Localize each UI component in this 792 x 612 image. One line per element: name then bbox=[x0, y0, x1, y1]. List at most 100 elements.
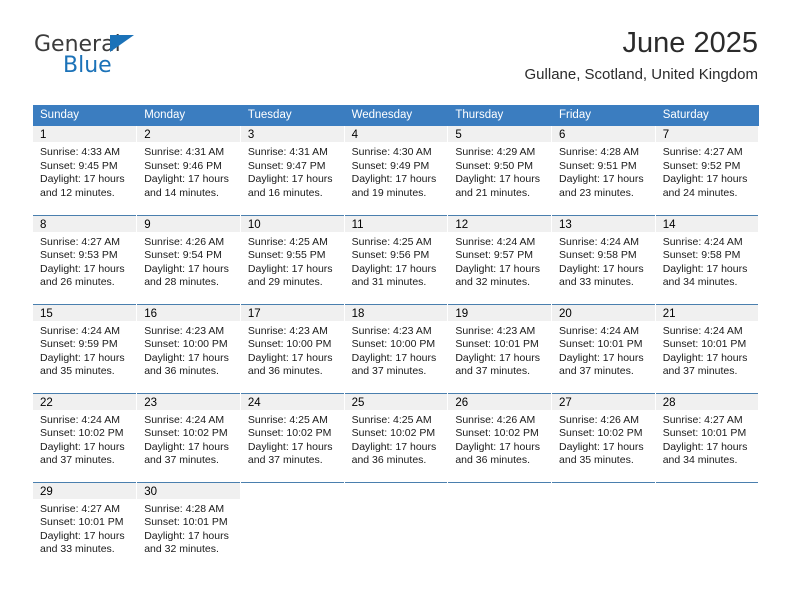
page-title: June 2025 bbox=[622, 27, 758, 59]
daylight-text-line2: and 19 minutes. bbox=[351, 186, 427, 199]
logo-text-blue: Blue bbox=[63, 53, 112, 78]
day-details: Sunrise: 4:28 AM Sunset: 10:01 PM Daylight… bbox=[137, 499, 240, 557]
sunset-text: Sunset: 10:02 PM bbox=[144, 427, 228, 440]
calendar-page: General Blue June 2025 Gullane, Scotland… bbox=[0, 0, 792, 612]
day-cell-empty bbox=[551, 481, 656, 571]
daylight-text-line2: and 12 minutes. bbox=[40, 186, 115, 199]
day-cell[interactable]: 21 Sunrise: 4:24 AM Sunset: 10:01 PM Daylig… bbox=[655, 303, 760, 393]
day-cell[interactable]: 16 Sunrise: 4:23 AM Sunset: 10:00 PM Daylig… bbox=[136, 303, 241, 393]
day-details: Sunrise: 4:24 AM Sunset: 10:02 PM Daylight… bbox=[137, 410, 240, 468]
day-number: 24 bbox=[240, 393, 344, 410]
day-cell[interactable]: 5 Sunrise: 4:29 AM Sunset: 9:50 PM Daylight… bbox=[447, 126, 553, 215]
daylight-text-line2: and 33 minutes. bbox=[559, 276, 634, 289]
day-details: Sunrise: 4:24 AM Sunset: 9:58 PM Daylight:… bbox=[656, 232, 759, 290]
day-cell[interactable]: 12 Sunrise: 4:24 AM Sunset: 9:57 PM Dayligh… bbox=[447, 214, 553, 304]
sunrise-text: Sunrise: 4:30 AM bbox=[351, 146, 432, 158]
day-number: 17 bbox=[240, 304, 344, 321]
day-cell[interactable]: 4 Sunrise: 4:30 AM Sunset: 9:49 PM Daylight… bbox=[344, 126, 449, 215]
day-details: Sunrise: 4:25 AM Sunset: 10:02 PM Daylight… bbox=[241, 410, 344, 468]
sunset-text: Sunset: 9:58 PM bbox=[559, 249, 637, 262]
sunrise-text: Sunrise: 4:23 AM bbox=[144, 324, 225, 337]
day-details: Sunrise: 4:25 AM Sunset: 9:55 PM Daylight:… bbox=[241, 232, 344, 290]
day-cell[interactable]: 20 Sunrise: 4:24 AM Sunset: 10:01 PM Daylig… bbox=[551, 303, 656, 393]
daylight-text-line2: and 16 minutes. bbox=[247, 186, 323, 199]
day-cell[interactable]: 28 Sunrise: 4:27 AM Sunset: 10:01 PM Daylig… bbox=[655, 392, 760, 482]
day-cell[interactable]: 9 Sunrise: 4:26 AM Sunset: 9:54 PM Daylight… bbox=[136, 214, 241, 304]
day-cell[interactable]: 30 Sunrise: 4:28 AM Sunset: 10:01 PM Daylig… bbox=[136, 481, 241, 571]
day-cell[interactable]: 13 Sunrise: 4:24 AM Sunset: 9:58 PM Dayligh… bbox=[551, 214, 656, 304]
day-cell[interactable]: 7 Sunrise: 4:27 AM Sunset: 9:52 PM Daylight… bbox=[655, 126, 760, 215]
sunrise-text: Sunrise: 4:27 AM bbox=[662, 413, 743, 426]
day-number: 30 bbox=[137, 482, 240, 499]
day-details: Sunrise: 4:24 AM Sunset: 9:57 PM Daylight:… bbox=[448, 232, 551, 290]
sunrise-text: Sunrise: 4:25 AM bbox=[351, 235, 432, 248]
day-number bbox=[344, 482, 448, 499]
day-cell[interactable]: 1 Sunrise: 4:33 AM Sunset: 9:45 PM Daylight… bbox=[33, 126, 138, 215]
daylight-text-line1: Daylight: 17 hours bbox=[144, 173, 229, 186]
day-cell-empty bbox=[240, 481, 345, 571]
day-details: Sunrise: 4:26 AM Sunset: 10:02 PM Daylight… bbox=[448, 410, 551, 468]
sunrise-text: Sunrise: 4:26 AM bbox=[455, 413, 536, 426]
day-cell[interactable]: 3 Sunrise: 4:31 AM Sunset: 9:47 PM Daylight… bbox=[240, 126, 345, 215]
general-blue-logo[interactable]: General Blue bbox=[34, 32, 264, 84]
day-number: 9 bbox=[137, 215, 240, 232]
calendar-week-row: 1 Sunrise: 4:33 AM Sunset: 9:45 PM Daylight… bbox=[33, 126, 760, 215]
sunrise-text: Sunrise: 4:24 AM bbox=[455, 235, 536, 248]
sunrise-text: Sunrise: 4:29 AM bbox=[455, 146, 536, 158]
sunrise-text: Sunrise: 4:24 AM bbox=[40, 324, 120, 337]
daylight-text-line1: Daylight: 17 hours bbox=[351, 351, 437, 364]
day-cell[interactable]: 26 Sunrise: 4:26 AM Sunset: 10:02 PM Daylig… bbox=[447, 392, 553, 482]
sunset-text: Sunset: 9:55 PM bbox=[247, 249, 326, 262]
day-details: Sunrise: 4:23 AM Sunset: 10:00 PM Daylight… bbox=[137, 321, 240, 379]
sunset-text: Sunset: 9:45 PM bbox=[40, 159, 118, 172]
daylight-text-line1: Daylight: 17 hours bbox=[559, 440, 644, 453]
page-subtitle: Gullane, Scotland, United Kingdom bbox=[524, 66, 758, 83]
day-cell[interactable]: 10 Sunrise: 4:25 AM Sunset: 9:55 PM Dayligh… bbox=[240, 214, 345, 304]
day-cell[interactable]: 29 Sunrise: 4:27 AM Sunset: 10:01 PM Daylig… bbox=[33, 481, 138, 571]
sunset-text: Sunset: 10:01 PM bbox=[662, 338, 747, 351]
page-header: General Blue June 2025 Gullane, Scotland… bbox=[0, 0, 792, 100]
day-details: Sunrise: 4:31 AM Sunset: 9:46 PM Daylight:… bbox=[137, 142, 240, 200]
day-cell[interactable]: 27 Sunrise: 4:26 AM Sunset: 10:02 PM Daylig… bbox=[551, 392, 656, 482]
weekday-header-friday: Friday bbox=[551, 105, 656, 126]
day-details: Sunrise: 4:24 AM Sunset: 9:58 PM Daylight:… bbox=[552, 232, 655, 290]
sunrise-text: Sunrise: 4:27 AM bbox=[662, 146, 743, 158]
sunset-text: Sunset: 9:47 PM bbox=[247, 159, 326, 172]
day-details: Sunrise: 4:26 AM Sunset: 9:54 PM Daylight:… bbox=[137, 232, 240, 290]
daylight-text-line2: and 24 minutes. bbox=[662, 186, 738, 199]
day-cell-empty bbox=[655, 481, 760, 571]
daylight-text-line2: and 26 minutes. bbox=[40, 276, 115, 289]
daylight-text-line1: Daylight: 17 hours bbox=[247, 440, 333, 453]
daylight-text-line2: and 31 minutes. bbox=[351, 276, 427, 289]
day-cell[interactable]: 24 Sunrise: 4:25 AM Sunset: 10:02 PM Daylig… bbox=[240, 392, 345, 482]
sunset-text: Sunset: 10:01 PM bbox=[144, 516, 228, 529]
daylight-text-line2: and 21 minutes. bbox=[455, 186, 531, 199]
day-cell[interactable]: 22 Sunrise: 4:24 AM Sunset: 10:02 PM Daylig… bbox=[33, 392, 138, 482]
daylight-text-line2: and 37 minutes. bbox=[662, 365, 738, 378]
day-cell[interactable]: 17 Sunrise: 4:23 AM Sunset: 10:00 PM Daylig… bbox=[240, 303, 345, 393]
day-number: 15 bbox=[33, 304, 137, 321]
day-cell[interactable]: 2 Sunrise: 4:31 AM Sunset: 9:46 PM Daylight… bbox=[136, 126, 241, 215]
day-cell[interactable]: 8 Sunrise: 4:27 AM Sunset: 9:53 PM Daylight… bbox=[33, 214, 138, 304]
day-cell[interactable]: 25 Sunrise: 4:25 AM Sunset: 10:02 PM Daylig… bbox=[344, 392, 449, 482]
sunrise-text: Sunrise: 4:25 AM bbox=[351, 413, 432, 426]
daylight-text-line1: Daylight: 17 hours bbox=[144, 440, 229, 453]
day-number: 11 bbox=[344, 215, 448, 232]
day-cell[interactable]: 18 Sunrise: 4:23 AM Sunset: 10:00 PM Daylig… bbox=[344, 303, 449, 393]
day-cell-empty bbox=[447, 481, 553, 571]
sunrise-text: Sunrise: 4:31 AM bbox=[247, 146, 328, 158]
calendar-week-row: 29 Sunrise: 4:27 AM Sunset: 10:01 PM Daylig… bbox=[33, 481, 760, 571]
sunset-text: Sunset: 10:00 PM bbox=[351, 338, 436, 351]
day-cell[interactable]: 14 Sunrise: 4:24 AM Sunset: 9:58 PM Dayligh… bbox=[655, 214, 760, 304]
day-details: Sunrise: 4:27 AM Sunset: 10:01 PM Daylight… bbox=[33, 499, 136, 557]
day-cell[interactable]: 15 Sunrise: 4:24 AM Sunset: 9:59 PM Dayligh… bbox=[33, 303, 138, 393]
day-cell[interactable]: 23 Sunrise: 4:24 AM Sunset: 10:02 PM Daylig… bbox=[136, 392, 241, 482]
sunset-text: Sunset: 9:52 PM bbox=[662, 159, 741, 172]
day-cell[interactable]: 19 Sunrise: 4:23 AM Sunset: 10:01 PM Daylig… bbox=[447, 303, 553, 393]
sunrise-text: Sunrise: 4:33 AM bbox=[40, 146, 120, 158]
day-cell[interactable]: 11 Sunrise: 4:25 AM Sunset: 9:56 PM Dayligh… bbox=[344, 214, 449, 304]
daylight-text-line2: and 35 minutes. bbox=[559, 454, 634, 467]
day-cell[interactable]: 6 Sunrise: 4:28 AM Sunset: 9:51 PM Daylight… bbox=[551, 126, 656, 215]
day-number: 8 bbox=[33, 215, 137, 232]
day-details: Sunrise: 4:27 AM Sunset: 10:01 PM Daylight… bbox=[656, 410, 759, 468]
